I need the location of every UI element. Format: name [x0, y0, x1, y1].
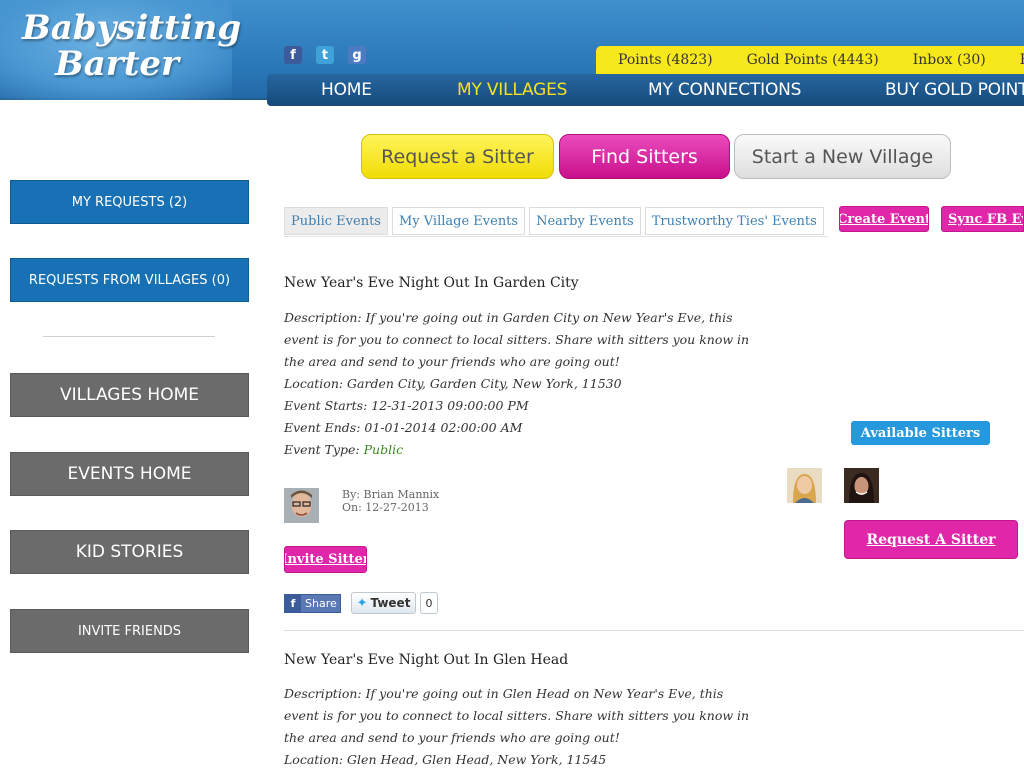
event-location: Location: Glen Head, Glen Head, New York… [284, 752, 607, 767]
social-links: f t g [284, 46, 366, 64]
sitter-avatar[interactable] [844, 468, 879, 503]
village-requests-button[interactable]: REQUESTS FROM VILLAGES (0) [10, 258, 249, 302]
tab-trustworthy-events[interactable]: Trustworthy Ties' Events [644, 207, 824, 235]
facebook-icon[interactable]: f [284, 46, 302, 64]
main-nav: HOME MY VILLAGES MY CONNECTIONS BUY GOLD… [267, 74, 1024, 106]
find-sitters-button[interactable]: Find Sitters [559, 134, 730, 179]
google-plus-icon[interactable]: g [348, 46, 366, 64]
sitter-photo-icon [844, 468, 879, 503]
site-header: Babysitting Barter f t g Points (4823) G… [0, 0, 1024, 106]
event-location: Location: Garden City, Garden City, New … [284, 376, 622, 391]
event-byline: By: Brian Mannix On: 12-27-2013 [342, 488, 439, 514]
nav-home[interactable]: HOME [321, 80, 372, 100]
request-a-sitter-button[interactable]: Request A Sitter [844, 520, 1018, 559]
inbox-link[interactable]: Inbox (30) [891, 52, 998, 68]
tab-nearby-events[interactable]: Nearby Events [529, 207, 641, 235]
facebook-icon: f [285, 595, 301, 612]
twitter-icon[interactable]: t [316, 46, 334, 64]
available-sitters-label: Available Sitters [851, 421, 990, 445]
logo-line-2: Barter [55, 44, 179, 84]
tweet-button[interactable]: ✦ Tweet [351, 592, 416, 614]
event-type-label: Event Type: [284, 442, 364, 457]
invite-sitter-button[interactable]: Invite Sitter [284, 546, 367, 573]
twitter-bird-icon: ✦ [356, 595, 368, 611]
my-requests-button[interactable]: MY REQUESTS (2) [10, 180, 249, 224]
event-title[interactable]: New Year's Eve Night Out In Garden City [284, 275, 579, 291]
start-village-button[interactable]: Start a New Village [734, 134, 951, 179]
events-home-button[interactable]: EVENTS HOME [10, 452, 249, 496]
logo-line-1: Babysitting [22, 8, 242, 48]
avatar[interactable] [284, 488, 319, 523]
nav-my-villages[interactable]: MY VILLAGES [457, 80, 567, 100]
user-menu[interactable]: Brian M [998, 52, 1024, 68]
event-divider [284, 630, 1024, 631]
tweet-count: 0 [420, 592, 438, 614]
nav-my-connections[interactable]: MY CONNECTIONS [648, 80, 801, 100]
site-logo[interactable]: Babysitting Barter [22, 8, 242, 84]
points-link[interactable]: Points (4823) [596, 52, 725, 68]
account-bar: Points (4823) Gold Points (4443) Inbox (… [596, 46, 1024, 74]
facebook-share-button[interactable]: f Share [284, 594, 341, 613]
sitter-photo-icon [787, 468, 822, 503]
gold-points-link[interactable]: Gold Points (4443) [725, 52, 891, 68]
event-start: Event Starts: 12-31-2013 09:00:00 PM [284, 398, 529, 413]
event-description: Description: If you're going out in Glen… [284, 686, 750, 745]
event-type-value: Public [363, 442, 404, 457]
sitter-avatar[interactable] [787, 468, 822, 503]
event-type: Event Type: Public [284, 442, 403, 457]
event-title[interactable]: New Year's Eve Night Out In Glen Head [284, 652, 568, 668]
event-date: On: 12-27-2013 [342, 501, 429, 514]
sync-fb-events-button[interactable]: Sync FB Events [941, 206, 1024, 232]
nav-buy-gold-points[interactable]: BUY GOLD POINTS [885, 80, 1024, 100]
user-photo-icon [284, 488, 319, 523]
tabs-underline [284, 236, 828, 237]
kid-stories-button[interactable]: KID STORIES [10, 530, 249, 574]
request-sitter-button[interactable]: Request a Sitter [361, 134, 554, 179]
tab-my-village-events[interactable]: My Village Events [391, 207, 526, 235]
tweet-label: Tweet [370, 596, 411, 610]
invite-friends-button[interactable]: INVITE FRIENDS [10, 609, 249, 653]
tab-public-events[interactable]: Public Events [284, 207, 388, 235]
sidebar-divider [43, 336, 215, 337]
event-end: Event Ends: 01-01-2014 02:00:00 AM [284, 420, 523, 435]
share-label: Share [305, 597, 337, 610]
event-author: By: Brian Mannix [342, 488, 440, 501]
event-description: Description: If you're going out in Gard… [284, 310, 750, 369]
event-tabs: Public Events My Village Events Nearby E… [284, 207, 824, 235]
villages-home-button[interactable]: VILLAGES HOME [10, 373, 249, 417]
create-event-button[interactable]: Create Event [839, 206, 929, 232]
